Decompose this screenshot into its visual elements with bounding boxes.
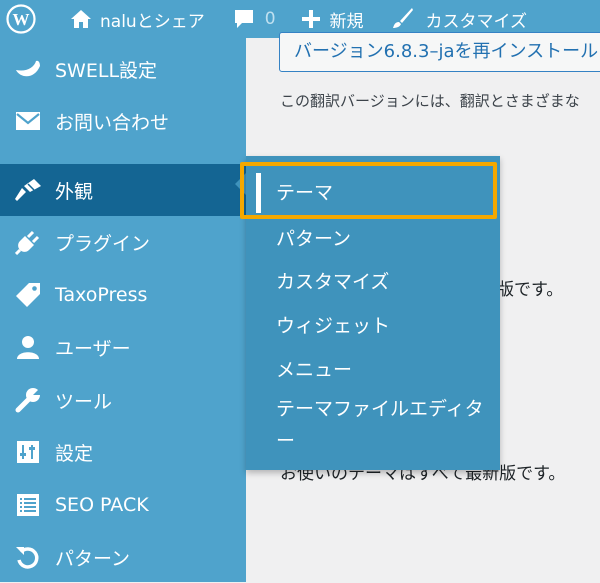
sidebar-item-label: ツール bbox=[55, 390, 113, 413]
plugin-icon bbox=[13, 229, 43, 255]
comments-menu[interactable]: 0 bbox=[233, 0, 276, 38]
sidebar-item-users[interactable]: ユーザー bbox=[0, 321, 246, 373]
translation-note: この翻訳バージョンには、翻訳とさまざまな bbox=[280, 92, 580, 110]
sidebar-item-contact[interactable]: お問い合わせ bbox=[0, 95, 246, 147]
sidebar-item-taxopress[interactable]: TaxoPress bbox=[0, 269, 246, 321]
submenu-item-customize[interactable]: カスタマイズ bbox=[276, 267, 389, 294]
new-label: 新規 bbox=[329, 11, 364, 32]
sidebar-item-label: TaxoPress bbox=[55, 284, 148, 306]
settings-icon bbox=[13, 440, 43, 464]
tag-icon bbox=[13, 282, 43, 308]
swell-icon bbox=[13, 58, 43, 80]
sidebar-item-appearance[interactable]: 外観 bbox=[0, 164, 246, 216]
sidebar-item-swell[interactable]: SWELL設定 bbox=[0, 43, 246, 95]
submenu-item-theme-file-editor[interactable]: テーマファイルエディター bbox=[276, 393, 486, 457]
wordpress-logo-menu[interactable]: W bbox=[6, 0, 42, 38]
sidebar-item-label: 外観 bbox=[55, 180, 94, 203]
comments-count: 0 bbox=[264, 9, 276, 29]
submenu-item-widgets[interactable]: ウィジェット bbox=[276, 311, 390, 338]
site-name: naluとシェア bbox=[100, 11, 205, 32]
sidebar-item-label: パターン bbox=[55, 547, 131, 570]
submenu-item-menus[interactable]: メニュー bbox=[276, 355, 486, 385]
sidebar-item-plugins[interactable]: プラグイン bbox=[0, 216, 246, 268]
sidebar-item-settings[interactable]: 設定 bbox=[0, 426, 246, 478]
sidebar-item-label: プラグイン bbox=[55, 232, 151, 255]
user-icon bbox=[13, 335, 43, 359]
submenu-item-patterns[interactable]: パターン bbox=[276, 224, 351, 251]
sidebar-item-label: 設定 bbox=[55, 442, 94, 465]
site-name-menu[interactable]: naluとシェア bbox=[70, 0, 205, 38]
sidebar-item-label: SWELL設定 bbox=[55, 59, 158, 82]
paintbrush-icon bbox=[390, 7, 414, 31]
sidebar-item-label: お問い合わせ bbox=[55, 111, 170, 134]
wrench-icon bbox=[13, 387, 43, 413]
wordpress-logo-icon: W bbox=[6, 4, 36, 34]
comment-icon bbox=[233, 8, 255, 30]
home-icon bbox=[70, 9, 92, 29]
sidebar-item-label: ユーザー bbox=[55, 337, 131, 360]
svg-text:W: W bbox=[13, 10, 30, 29]
sidebar-item-patterns[interactable]: パターン bbox=[0, 531, 246, 583]
highlight-box bbox=[240, 162, 497, 219]
sidebar-item-tools[interactable]: ツール bbox=[0, 374, 246, 426]
list-icon bbox=[13, 493, 43, 517]
mail-icon bbox=[13, 111, 43, 131]
admin-sidebar: SWELL設定 お問い合わせ 外観 プラグイン TaxoPress ユーザー ツ… bbox=[0, 38, 246, 582]
reinstall-button[interactable]: バージョン6.8.3–jaを再インストール bbox=[279, 32, 600, 72]
plus-icon bbox=[301, 10, 320, 28]
undo-icon bbox=[13, 544, 43, 570]
brush-icon bbox=[13, 178, 43, 202]
themes-status-partial: 版です。 bbox=[497, 280, 564, 300]
sidebar-item-seo-pack[interactable]: SEO PACK bbox=[0, 479, 246, 531]
sidebar-item-label: SEO PACK bbox=[55, 494, 149, 516]
customize-label: カスタマイズ bbox=[425, 11, 528, 32]
